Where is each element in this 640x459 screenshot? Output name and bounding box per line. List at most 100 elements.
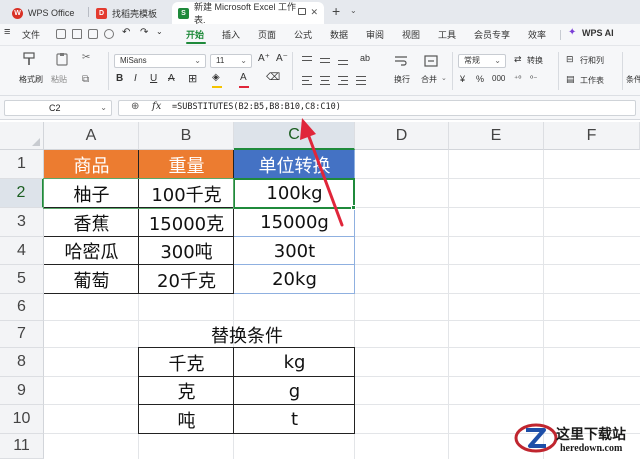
row-header-11[interactable]: 11: [0, 434, 44, 459]
cell-a1[interactable]: 商品: [44, 150, 139, 179]
borders-icon[interactable]: ⊞: [188, 72, 197, 85]
chevron-down-icon[interactable]: ⌄: [350, 6, 357, 15]
wps-ai-button[interactable]: WPS AI: [582, 28, 614, 38]
cell-a3[interactable]: 香蕉: [44, 208, 139, 237]
decrease-decimal-icon[interactable]: ⁰⁻: [530, 74, 537, 83]
paste-label[interactable]: 粘贴: [51, 74, 67, 85]
cell-b5[interactable]: 20千克: [139, 265, 234, 294]
column-header-b[interactable]: B: [139, 122, 234, 150]
clear-format-icon[interactable]: ⌫: [266, 72, 280, 83]
format-painter-icon[interactable]: [22, 52, 36, 66]
cell-b4[interactable]: 300吨: [139, 237, 234, 265]
text-direction-icon[interactable]: ab: [360, 53, 370, 63]
menu-review[interactable]: 审阅: [366, 28, 384, 41]
function-icon[interactable]: fx: [152, 101, 161, 112]
bold-icon[interactable]: B: [116, 73, 123, 84]
cell-a5[interactable]: 葡萄: [44, 265, 139, 294]
cell-c4[interactable]: 300t: [234, 237, 355, 265]
cell-c5[interactable]: 20kg: [234, 265, 355, 294]
font-name-select[interactable]: MiSans ⌄: [114, 54, 206, 68]
chevron-down-icon[interactable]: ⌄: [156, 27, 163, 36]
rows-columns-button[interactable]: 行和列: [580, 55, 604, 66]
column-header-e[interactable]: E: [449, 122, 544, 150]
row-header-8[interactable]: 8: [0, 348, 44, 377]
menu-view[interactable]: 视图: [402, 28, 420, 41]
cell-b3[interactable]: 15000克: [139, 208, 234, 237]
zoom-icon[interactable]: ⊕: [131, 101, 139, 112]
tab-excel-workbook[interactable]: S 新建 Microsoft Excel 工作表. ✕: [172, 2, 324, 25]
paste-icon[interactable]: [55, 52, 69, 66]
row-header-9[interactable]: 9: [0, 377, 44, 405]
cell-a4[interactable]: 哈密瓜: [44, 237, 139, 265]
cell-b9[interactable]: 克: [139, 377, 234, 405]
redo-icon[interactable]: ↷: [140, 27, 148, 38]
vertical-align-icons[interactable]: [300, 52, 366, 68]
table2-title[interactable]: 替换条件: [139, 321, 355, 348]
rows-columns-icon[interactable]: ⊟: [566, 54, 574, 65]
tab-wps-office[interactable]: W WPS Office: [6, 2, 86, 24]
conditional-format-button[interactable]: 条件: [626, 74, 640, 85]
export-icon[interactable]: [72, 29, 82, 39]
worksheet-button[interactable]: 工作表: [580, 75, 604, 86]
row-header-2[interactable]: 2: [0, 179, 44, 208]
row-header-3[interactable]: 3: [0, 208, 44, 237]
row-header-1[interactable]: 1: [0, 150, 44, 179]
menu-tools[interactable]: 工具: [438, 28, 456, 41]
row-header-4[interactable]: 4: [0, 237, 44, 265]
increase-decimal-icon[interactable]: ⁺⁰: [514, 74, 521, 83]
cell-c10[interactable]: t: [234, 405, 355, 434]
menu-file[interactable]: 文件: [22, 28, 40, 41]
select-all-corner[interactable]: [0, 122, 44, 150]
menu-efficiency[interactable]: 效率: [528, 28, 546, 41]
menu-member[interactable]: 会员专享: [474, 28, 510, 41]
percent-icon[interactable]: %: [476, 74, 484, 84]
column-header-a[interactable]: A: [44, 122, 139, 150]
cell-b8[interactable]: 千克: [139, 348, 234, 377]
menu-home[interactable]: 开始: [186, 28, 204, 41]
italic-icon[interactable]: I: [134, 73, 137, 84]
underline-icon[interactable]: U: [150, 73, 157, 84]
wrap-text-icon[interactable]: [394, 54, 408, 68]
fill-color-icon[interactable]: ◈: [212, 72, 220, 83]
undo-icon[interactable]: ↶: [122, 27, 130, 38]
row-header-5[interactable]: 5: [0, 265, 44, 294]
column-header-f[interactable]: F: [544, 122, 640, 150]
merge-cells-icon[interactable]: [424, 54, 438, 68]
convert-icon[interactable]: ⇄: [514, 54, 522, 65]
new-tab-icon[interactable]: +: [332, 3, 340, 19]
menu-page[interactable]: 页面: [258, 28, 276, 41]
menu-data[interactable]: 数据: [330, 28, 348, 41]
font-color-icon[interactable]: A: [240, 72, 247, 83]
preview-icon[interactable]: [104, 29, 114, 39]
menu-formula[interactable]: 公式: [294, 28, 312, 41]
cell-b10[interactable]: 吨: [139, 405, 234, 434]
thousands-icon[interactable]: 000: [492, 74, 505, 83]
column-header-d[interactable]: D: [355, 122, 449, 150]
row-header-7[interactable]: 7: [0, 321, 44, 348]
hamburger-icon[interactable]: ≡: [4, 26, 10, 38]
cell-c9[interactable]: g: [234, 377, 355, 405]
chevron-down-icon[interactable]: ⌄: [441, 74, 447, 82]
close-tab-icon[interactable]: ✕: [310, 7, 318, 18]
cell-c8[interactable]: kg: [234, 348, 355, 377]
worksheet-icon[interactable]: ▤: [566, 74, 575, 85]
increase-font-icon[interactable]: A⁺: [258, 53, 270, 64]
save-icon[interactable]: [56, 29, 66, 39]
wrap-text-label[interactable]: 换行: [394, 74, 410, 85]
convert-button[interactable]: 转换: [527, 55, 543, 66]
merge-label[interactable]: 合并: [421, 74, 437, 85]
number-format-select[interactable]: 常规 ⌄: [458, 54, 506, 68]
name-box[interactable]: C2 ⌄: [4, 100, 112, 116]
tab-docer-templates[interactable]: D 找稻壳模板: [90, 2, 170, 24]
window-icon[interactable]: [298, 8, 306, 15]
cut-icon[interactable]: ✂: [82, 52, 90, 63]
copy-icon[interactable]: ⧉: [82, 74, 89, 85]
decrease-font-icon[interactable]: A⁻: [276, 53, 288, 64]
row-header-6[interactable]: 6: [0, 294, 44, 321]
strikethrough-icon[interactable]: A: [168, 73, 175, 84]
row-header-10[interactable]: 10: [0, 405, 44, 434]
print-icon[interactable]: [88, 29, 98, 39]
horizontal-align-icons[interactable]: [300, 72, 368, 88]
currency-icon[interactable]: ¥: [460, 74, 465, 84]
menu-insert[interactable]: 插入: [222, 28, 240, 41]
